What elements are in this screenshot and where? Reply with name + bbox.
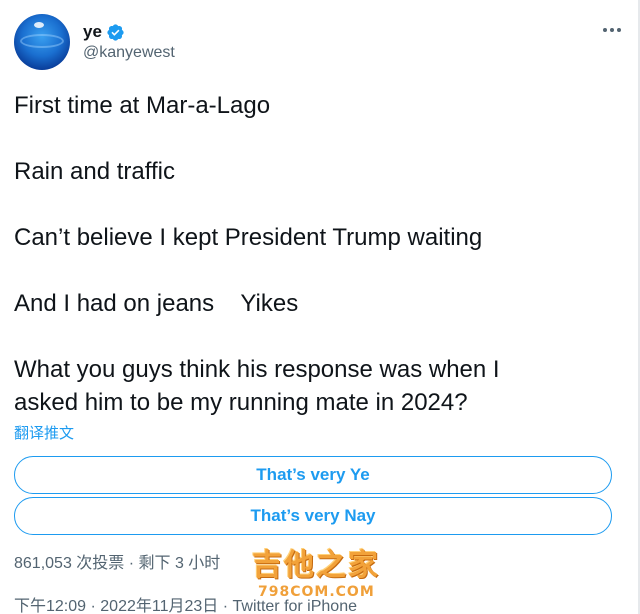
tweet-card: ye @kanyewest First time at Mar-a-Lago R… xyxy=(0,0,640,614)
avatar-highlight xyxy=(34,22,44,28)
user-handle[interactable]: @kanyewest xyxy=(83,44,175,62)
tweet-line-4: And I had on jeans Yikes xyxy=(14,290,299,317)
footer-separator-1: · xyxy=(86,598,101,614)
tweet-line-5: What you guys think his response was whe… xyxy=(14,356,500,383)
tweet-source[interactable]: Twitter for iPhone xyxy=(233,598,358,614)
tweet-line-1: First time at Mar-a-Lago xyxy=(14,92,271,119)
poll-option-2[interactable]: That’s very Nay xyxy=(14,497,612,535)
watermark-url: 798COM.COM xyxy=(258,584,375,600)
translate-tweet-link[interactable]: 翻译推文 xyxy=(14,422,74,443)
poll-separator: · xyxy=(124,555,139,572)
tweet-header: ye @kanyewest xyxy=(14,14,626,74)
poll-meta: 861,053 次投票 · 剩下 3 小时 xyxy=(14,549,220,573)
poll-time-left: 剩下 3 小时 xyxy=(138,555,221,572)
tweet-line-2: Rain and traffic xyxy=(14,158,175,185)
watermark-logo: 吉他之家 xyxy=(252,548,380,583)
tweet-date[interactable]: 2022年11月23日 xyxy=(100,598,218,614)
avatar[interactable] xyxy=(14,14,70,70)
avatar-ring xyxy=(20,34,64,48)
more-horizontal-icon[interactable] xyxy=(600,18,624,42)
poll-votes: 861,053 次投票 xyxy=(14,555,125,572)
tweet-time[interactable]: 下午12:09 xyxy=(14,598,86,614)
footer-separator-2: · xyxy=(218,598,233,614)
display-name[interactable]: ye xyxy=(83,22,102,42)
tweet-line-6: asked him to be my running mate in 2024? xyxy=(14,389,468,416)
tweet-line-3: Can’t believe I kept President Trump wai… xyxy=(14,224,483,251)
verified-badge-icon xyxy=(107,23,124,41)
poll-option-1[interactable]: That’s very Ye xyxy=(14,456,612,494)
name-row: ye xyxy=(83,21,125,43)
